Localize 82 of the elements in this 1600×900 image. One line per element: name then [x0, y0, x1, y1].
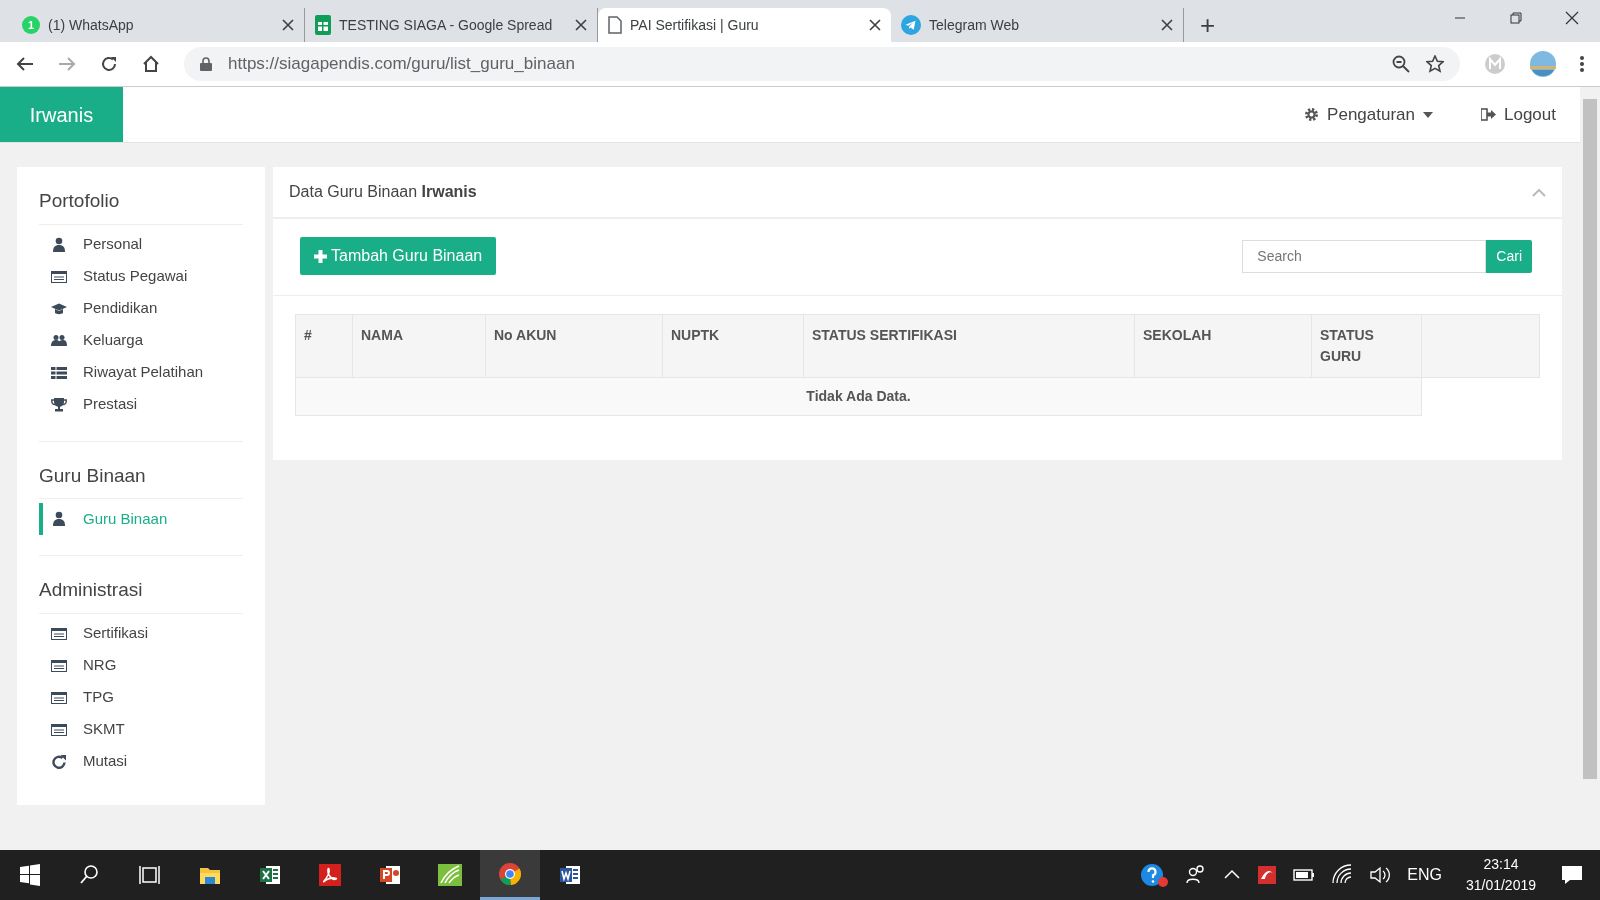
column-header[interactable]: STATUS SERTIFIKASI [803, 314, 1135, 378]
spreadsheet-app-icon[interactable] [257, 863, 283, 887]
antivirus-icon[interactable] [1257, 863, 1278, 887]
url-text: https://siagapendis.com/guru/list_guru_binaan [228, 53, 576, 76]
profile-avatar-icon[interactable] [1530, 51, 1556, 77]
reload-icon[interactable] [100, 55, 118, 73]
card-icon [51, 689, 67, 706]
card-icon [51, 721, 67, 738]
close-icon[interactable] [575, 19, 587, 31]
settings-icon [1304, 107, 1320, 122]
close-icon[interactable] [1161, 19, 1173, 31]
telegram-icon [901, 15, 921, 35]
page-icon [608, 16, 622, 34]
settings-menu[interactable]: Pengaturan [1304, 101, 1433, 128]
home-icon[interactable] [142, 55, 160, 73]
close-icon[interactable] [1565, 11, 1579, 25]
list-icon [51, 364, 67, 381]
zoom-icon[interactable] [1392, 55, 1410, 73]
sidebar-item[interactable]: Prestasi [39, 388, 243, 421]
language-indicator[interactable]: ENG [1407, 863, 1442, 887]
column-header[interactable]: # [295, 314, 353, 378]
notification-icon[interactable] [1560, 863, 1584, 887]
sidebar-item[interactable]: NRG [39, 649, 243, 682]
section-heading: Portofolio [39, 181, 243, 225]
whatsapp-icon: 1 [22, 16, 40, 34]
sidebar-item[interactable]: Status Pegawai [39, 260, 243, 293]
user-icon [51, 236, 67, 253]
trophy-icon [51, 396, 67, 413]
section-heading: Administrasi [39, 570, 243, 614]
task-view-icon[interactable] [137, 863, 163, 887]
card-icon [51, 268, 67, 285]
clock-time[interactable]: 23:14 [1483, 854, 1519, 875]
scrollbar[interactable] [1580, 87, 1600, 850]
sidebar-item[interactable]: Pendidikan [39, 292, 243, 325]
card-icon [51, 657, 67, 674]
sidebar-item[interactable]: SKMT [39, 713, 243, 746]
plus-icon [314, 249, 327, 263]
lock-icon [200, 57, 212, 71]
column-header[interactable]: No AKUN [485, 314, 663, 378]
logout-icon [1481, 108, 1496, 121]
back-icon[interactable] [16, 56, 34, 72]
user-icon [51, 511, 67, 527]
address-bar[interactable]: https://siagapendis.com/guru/list_guru_binaan [184, 47, 1460, 81]
sidebar-item[interactable]: Personal [39, 228, 243, 261]
close-icon[interactable] [869, 19, 881, 31]
clock-date[interactable]: 31/01/2019 [1465, 875, 1536, 896]
logout-link[interactable]: Logout [1481, 101, 1556, 128]
refresh-icon [51, 753, 67, 770]
section-heading: Guru Binaan [39, 455, 243, 499]
tab-title: (1) WhatsApp [48, 15, 135, 35]
users-icon [51, 332, 67, 349]
column-header[interactable]: SEKOLAH [1134, 314, 1312, 378]
help-icon[interactable] [1139, 863, 1170, 887]
sidebar-item[interactable]: Sertifikasi [39, 617, 243, 650]
card-icon [51, 625, 67, 642]
pdf-app-icon[interactable] [317, 863, 343, 887]
drawing-app-icon[interactable] [437, 863, 463, 887]
word-app-icon[interactable] [557, 863, 583, 887]
column-header[interactable]: STATUS GURU [1311, 314, 1422, 378]
star-icon[interactable] [1426, 55, 1444, 73]
panel-title: Data Guru Binaan Irwanis [289, 182, 477, 202]
sidebar-item[interactable]: Riwayat Pelatihan [39, 356, 243, 389]
menu-icon[interactable] [1580, 55, 1584, 73]
sidebar-item[interactable]: TPG [39, 681, 243, 714]
caret-icon [1423, 111, 1433, 118]
close-icon[interactable] [282, 19, 294, 31]
presentation-app-icon[interactable] [377, 863, 403, 887]
start-icon[interactable] [17, 863, 43, 887]
restore-icon[interactable] [1509, 11, 1523, 25]
spreadsheet-icon [315, 15, 331, 35]
tab-title: PAI Sertifikasi | Guru [630, 15, 760, 35]
sidebar-item[interactable]: Mutasi [39, 745, 243, 778]
empty-message: Tidak Ada Data. [295, 377, 1422, 416]
column-header[interactable]: NAMA [352, 314, 486, 378]
search-field[interactable]: Search [1242, 239, 1487, 273]
new-tab-button[interactable]: + [1200, 12, 1216, 38]
tab-title: Telegram Web [929, 15, 1020, 35]
browser-tab[interactable]: PAI Sertifikasi | Guru [598, 8, 891, 42]
column-header[interactable]: NUPTK [662, 314, 804, 378]
tab-title: TESTING SIAGA - Google Spread [339, 15, 554, 35]
browser-app-icon[interactable] [497, 861, 523, 886]
sidebar-item[interactable]: Keluarga [39, 324, 243, 357]
